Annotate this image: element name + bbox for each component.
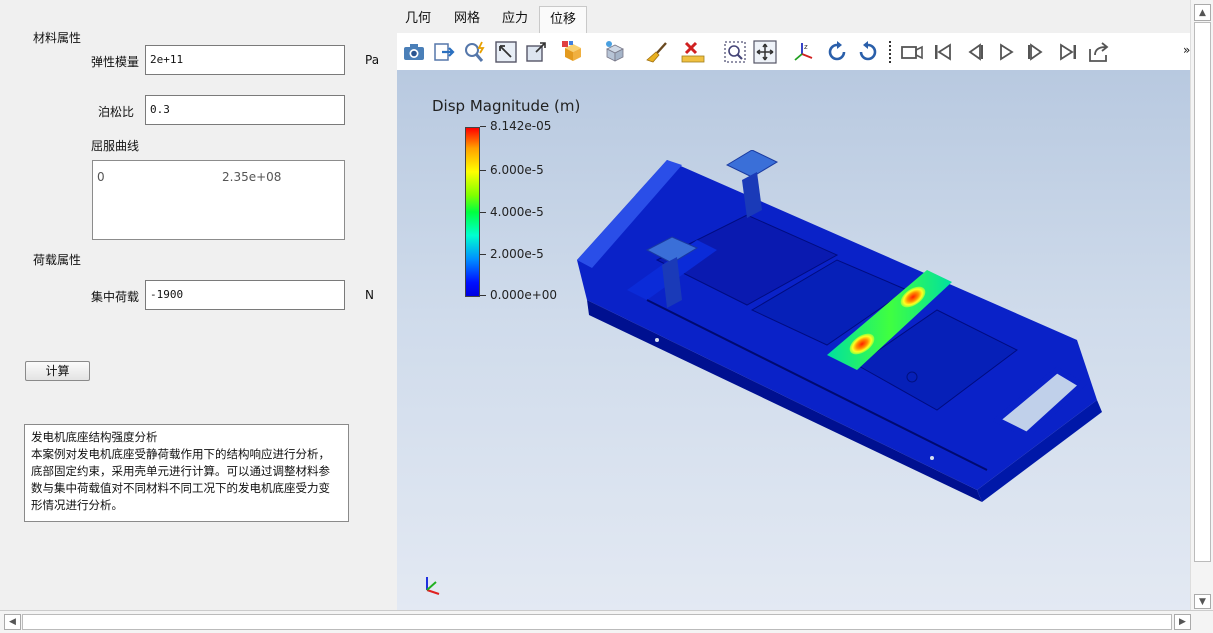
horizontal-scrollbar[interactable]: ◀ ▶ <box>0 610 1213 633</box>
yield-curve-table[interactable]: 0 2.35e+08 <box>92 160 345 240</box>
ruler-delete-icon[interactable] <box>681 40 705 64</box>
load-unit-label: N <box>365 288 374 302</box>
properties-panel: 材料属性 弹性模量 2e+11 Pa 泊松比 0.3 屈服曲线 0 2.35e+… <box>0 0 396 610</box>
compute-button[interactable]: 计算 <box>25 361 90 381</box>
next-frame-icon[interactable] <box>1025 40 1049 64</box>
vertical-scrollbar[interactable]: ▲ ▼ <box>1190 0 1213 610</box>
horizontal-scroll-thumb[interactable] <box>22 614 1172 630</box>
tab-displacement[interactable]: 位移 <box>539 6 587 33</box>
share-icon[interactable] <box>1087 40 1111 64</box>
elastic-unit-label: Pa <box>365 53 380 67</box>
video-camera-icon[interactable] <box>900 40 924 64</box>
legend-tick-mark <box>480 170 486 171</box>
zoom-fit-icon[interactable] <box>494 40 518 64</box>
axes-triad <box>426 577 440 595</box>
legend-tick-label: 4.000e-5 <box>490 205 544 219</box>
pan-icon[interactable] <box>753 40 777 64</box>
maximize-icon[interactable] <box>524 40 548 64</box>
material-section-label: 材料属性 <box>33 31 82 45</box>
point-load-input[interactable]: -1900 <box>145 280 345 310</box>
legend-color-bar <box>465 127 480 297</box>
tab-stress[interactable]: 应力 <box>495 6 535 32</box>
elastic-modulus-label: 弹性模量 <box>91 55 140 69</box>
description-box: 发电机底座结构强度分析 本案例对发电机底座受静荷载作用下的结构响应进行分析， 底… <box>24 424 349 522</box>
rotate-ccw-icon[interactable] <box>856 40 880 64</box>
axes-icon[interactable]: z <box>792 40 816 64</box>
scroll-down-arrow-icon[interactable]: ▼ <box>1194 594 1211 609</box>
generator-base-model[interactable] <box>557 150 1117 510</box>
legend-tick-mark <box>480 126 486 127</box>
3d-viewport[interactable]: Disp Magnitude (m) 8.142e-05 6.000e-5 4.… <box>397 70 1190 610</box>
camera-icon[interactable] <box>402 40 426 64</box>
legend-tick-mark <box>480 212 486 213</box>
rotate-cw-icon[interactable] <box>825 40 849 64</box>
zoom-magic-icon[interactable] <box>463 40 487 64</box>
scroll-right-arrow-icon[interactable]: ▶ <box>1174 614 1191 630</box>
elastic-modulus-input[interactable]: 2e+11 <box>145 45 345 75</box>
load-section-label: 荷载属性 <box>33 253 82 267</box>
legend-title: Disp Magnitude (m) <box>432 97 581 115</box>
scroll-up-arrow-icon[interactable]: ▲ <box>1194 4 1211 21</box>
yield-strain-cell[interactable]: 0 <box>97 170 105 184</box>
zoom-box-icon[interactable] <box>723 40 747 64</box>
view-cube-icon[interactable] <box>561 40 585 64</box>
scroll-left-arrow-icon[interactable]: ◀ <box>4 614 21 630</box>
vertical-scroll-thumb[interactable] <box>1194 22 1211 562</box>
poisson-label: 泊松比 <box>98 105 135 119</box>
toolbar-separator <box>889 41 893 63</box>
poisson-ratio-input[interactable]: 0.3 <box>145 95 345 125</box>
legend-tick-label: 2.000e-5 <box>490 247 544 261</box>
legend-tick-label: 6.000e-5 <box>490 163 544 177</box>
legend-tick-mark <box>480 254 486 255</box>
legend-tick-label: 8.142e-05 <box>490 119 552 133</box>
yield-stress-cell[interactable]: 2.35e+08 <box>222 170 281 184</box>
tab-geometry[interactable]: 几何 <box>399 6 437 32</box>
svg-text:z: z <box>804 43 808 51</box>
view-options-icon[interactable] <box>603 40 627 64</box>
point-load-label: 集中荷载 <box>91 290 140 304</box>
last-frame-icon[interactable] <box>1056 40 1080 64</box>
legend-tick-mark <box>480 295 486 296</box>
clear-brush-icon[interactable] <box>645 40 669 64</box>
tab-mesh[interactable]: 网格 <box>447 6 487 32</box>
viewer-toolbar: z » <box>397 33 1190 71</box>
legend-tick-label: 0.000e+00 <box>490 288 558 302</box>
export-icon[interactable] <box>432 40 456 64</box>
prev-frame-icon[interactable] <box>962 40 986 64</box>
yield-curve-label: 屈服曲线 <box>91 139 140 153</box>
first-frame-icon[interactable] <box>931 40 955 64</box>
play-icon[interactable] <box>994 40 1018 64</box>
